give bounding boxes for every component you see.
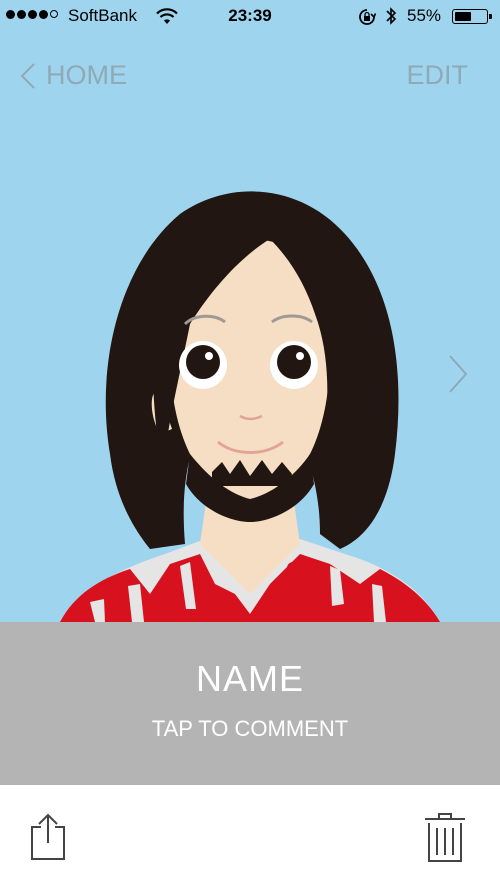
profile-hero: HOME EDIT xyxy=(0,34,500,622)
status-bar: SoftBank 23:39 55% xyxy=(0,0,500,34)
profile-name[interactable]: NAME xyxy=(0,658,500,700)
battery-percent: 55% xyxy=(407,6,442,25)
back-label: HOME xyxy=(46,60,127,90)
trash-icon[interactable] xyxy=(424,813,466,863)
chevron-left-icon xyxy=(20,62,35,89)
bottom-toolbar xyxy=(0,785,500,889)
bluetooth-icon xyxy=(386,7,397,25)
chevron-right-icon[interactable] xyxy=(446,354,470,394)
avatar-illustration xyxy=(60,191,440,622)
orientation-lock-icon xyxy=(359,9,376,25)
back-button[interactable]: HOME xyxy=(18,60,127,91)
tap-to-comment[interactable]: TAP TO COMMENT xyxy=(0,716,500,742)
share-icon[interactable] xyxy=(28,813,68,861)
battery-icon xyxy=(452,9,492,24)
edit-button[interactable]: EDIT xyxy=(406,60,468,91)
caption-bar[interactable]: NAME TAP TO COMMENT xyxy=(0,622,500,785)
